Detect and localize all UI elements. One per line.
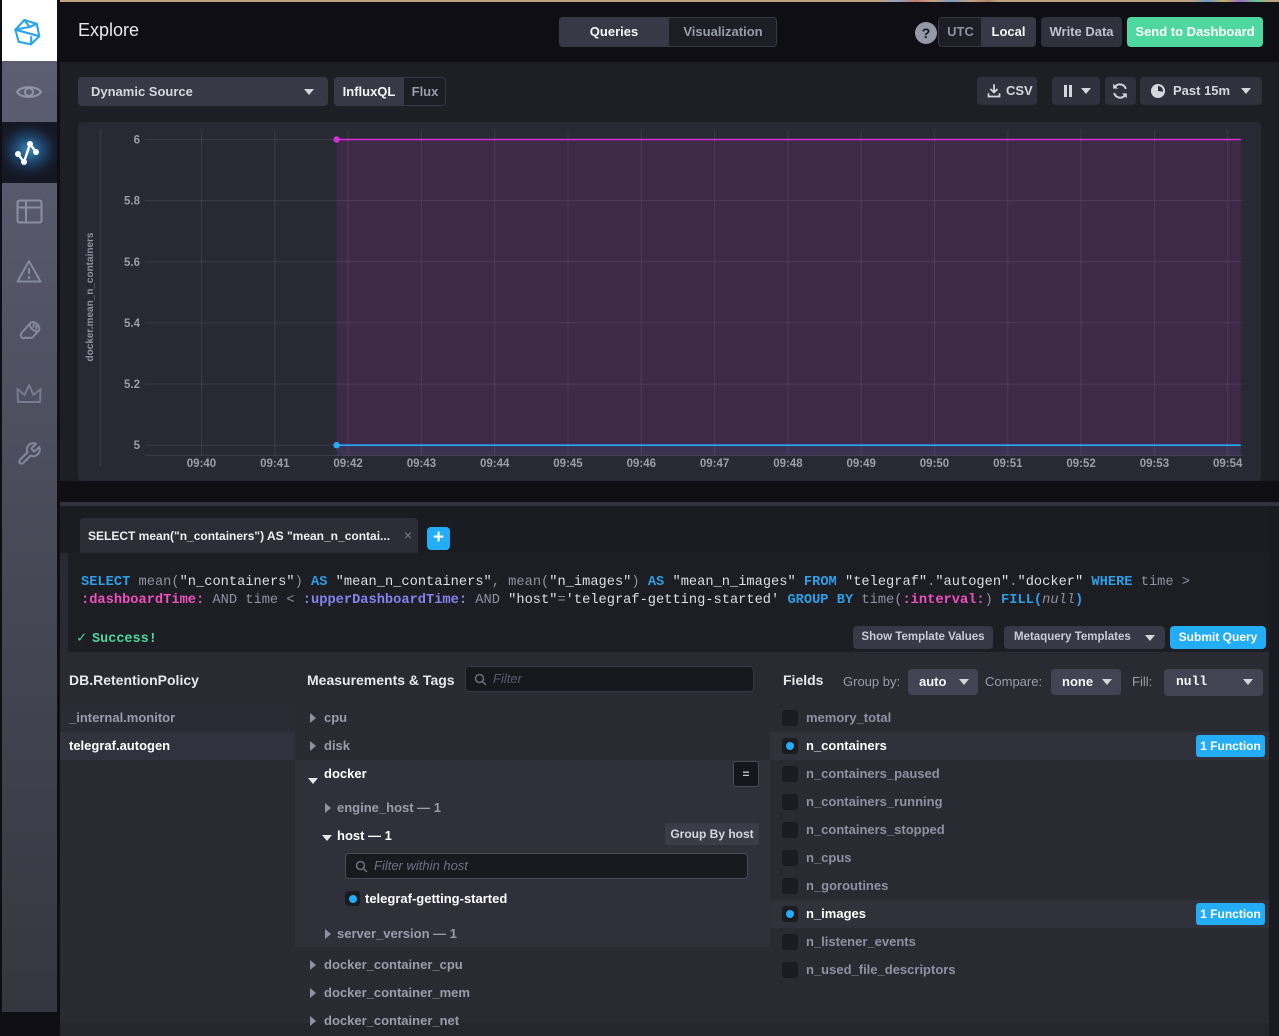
svg-text:09:54: 09:54 (1213, 458, 1243, 470)
svg-text:09:48: 09:48 (773, 458, 803, 470)
svg-text:09:42: 09:42 (333, 458, 362, 470)
svg-text:09:51: 09:51 (993, 458, 1023, 470)
svg-text:09:43: 09:43 (407, 458, 436, 470)
svg-text:docker.mean_n_containers: docker.mean_n_containers (85, 232, 96, 361)
svg-text:09:40: 09:40 (187, 458, 216, 470)
svg-text:09:44: 09:44 (480, 458, 510, 470)
svg-text:09:47: 09:47 (700, 458, 729, 470)
svg-text:09:52: 09:52 (1066, 458, 1095, 470)
svg-text:5.8: 5.8 (124, 196, 141, 208)
svg-text:09:41: 09:41 (260, 458, 290, 470)
svg-text:5.6: 5.6 (124, 257, 140, 269)
svg-text:09:49: 09:49 (846, 458, 875, 470)
svg-text:09:45: 09:45 (553, 458, 583, 470)
svg-text:5: 5 (134, 440, 141, 452)
svg-text:09:50: 09:50 (920, 458, 949, 470)
svg-text:09:46: 09:46 (627, 458, 656, 470)
svg-text:6: 6 (134, 135, 140, 147)
svg-text:5.4: 5.4 (124, 318, 141, 330)
svg-text:5.2: 5.2 (124, 379, 140, 391)
svg-text:09:53: 09:53 (1140, 458, 1169, 470)
